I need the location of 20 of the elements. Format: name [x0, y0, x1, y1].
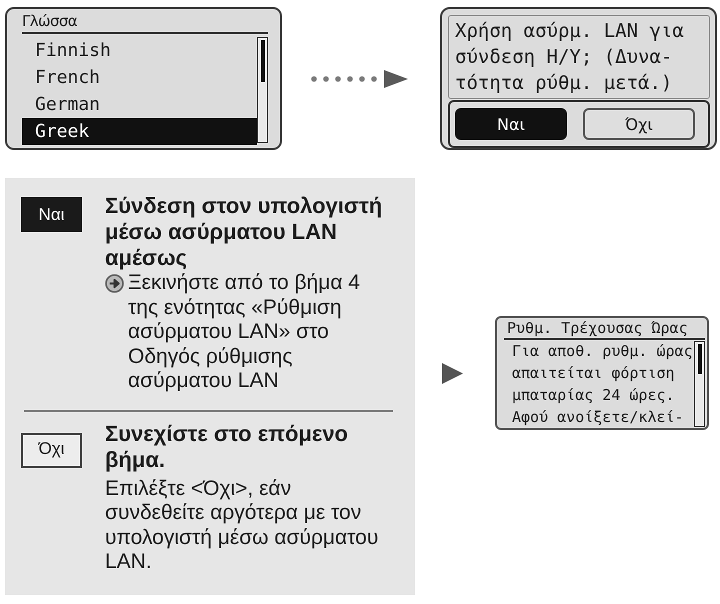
arrow-circle-icon: [105, 274, 124, 293]
right-arrow-icon: [442, 362, 463, 384]
choice-button[interactable]: Ναι: [455, 108, 567, 140]
screen-title: Ρυθμ. Τρέχουσας Ώρας: [506, 318, 688, 338]
language-option[interactable]: French: [22, 64, 257, 91]
option-heading: Σύνδεση στον υπολογιστή μέσω ασύρματου LAN αμέσως: [105, 193, 384, 271]
choice-button[interactable]: Όχι: [583, 108, 695, 140]
message-text: Χρήση ασύρμ. LAN για σύνδεση Η/Υ; (Δυνα- τότητα ρύθμ. μετά.): [455, 19, 684, 96]
language-option[interactable]: Greek: [22, 118, 257, 145]
screen-title: Γλώσσα: [22, 11, 78, 32]
language-option[interactable]: German: [22, 91, 257, 118]
scrollbar[interactable]: [257, 37, 268, 143]
scrollbar[interactable]: [694, 341, 705, 427]
reference-text: Ξεκινήστε από το βήμα 4 της ενότητας «Ρύθμιση ασύρματου LAN» στο Οδηγός ρύθμισης ασύρματου LAN: [128, 271, 361, 394]
option-key: Όχι: [21, 432, 82, 468]
message-text: Για αποθ. ρυθμ. ώρας απαιτείται φόρτιση μπαταρίας 24 ώρες. Αφού ανοίξετε/κλεί-: [511, 341, 693, 428]
option-description: Επιλέξτε <Όχι>, εάν συνδεθείτε αργότερα με τον υπολογιστή μέσω ασύρματου LAN.: [105, 476, 380, 574]
language-option[interactable]: Finnish: [22, 37, 257, 64]
option-heading: Συνεχίστε στο επόμενο βήμα.: [105, 420, 349, 472]
option-key: Ναι: [21, 197, 82, 232]
